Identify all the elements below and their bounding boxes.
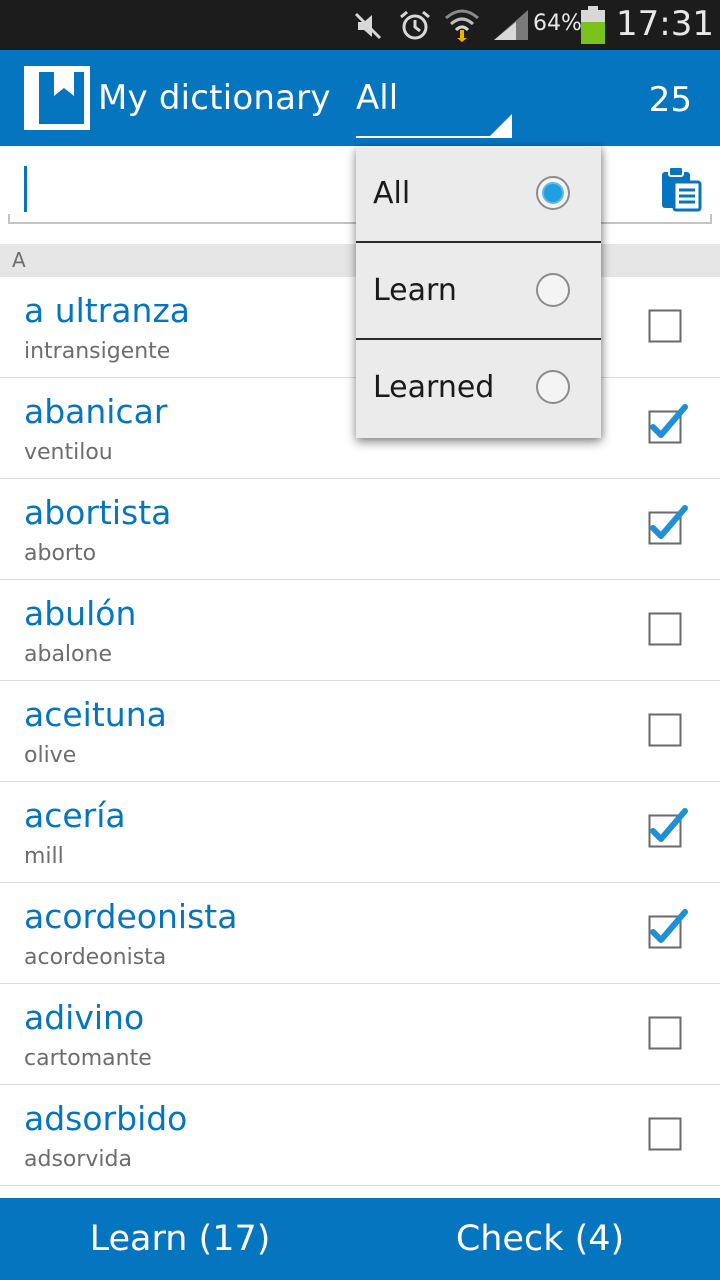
app-bar: My dictionary All 25	[0, 50, 720, 146]
word-term: adsorbido	[24, 1099, 188, 1138]
signal-icon	[494, 10, 528, 40]
clock: 17:31	[616, 4, 714, 44]
word-row[interactable]: acordeonista acordeonista	[0, 883, 720, 984]
learned-checkbox[interactable]	[648, 713, 682, 747]
dropdown-option-all[interactable]: All	[356, 146, 601, 243]
word-term: abulón	[24, 594, 137, 633]
learned-checkbox-checked[interactable]	[648, 404, 688, 444]
word-term: abanicar	[24, 392, 168, 431]
alarm-icon	[400, 10, 430, 40]
dictionary-book-icon	[24, 66, 90, 130]
learned-checkbox-checked[interactable]	[648, 808, 688, 848]
spinner-corner-icon	[488, 114, 512, 138]
word-term: aceituna	[24, 695, 167, 734]
learned-checkbox[interactable]	[648, 612, 682, 646]
word-term: acería	[24, 796, 126, 835]
word-translation: cartomante	[24, 1046, 152, 1071]
check-button[interactable]: Check (4)	[360, 1198, 720, 1280]
filter-dropdown: All Learn Learned	[356, 146, 601, 438]
word-count: 25	[648, 80, 692, 120]
bottom-bar: Learn (17) Check (4)	[0, 1198, 720, 1280]
paste-clipboard-icon[interactable]	[656, 164, 704, 212]
battery-icon	[581, 6, 605, 44]
word-translation: mill	[24, 844, 64, 869]
learned-checkbox[interactable]	[648, 1016, 682, 1050]
word-translation: aborto	[24, 541, 97, 566]
word-translation: acordeonista	[24, 945, 167, 970]
spinner-underline	[356, 136, 510, 138]
word-row[interactable]: adsorbido adsorvida	[0, 1085, 720, 1186]
learned-checkbox-checked[interactable]	[648, 505, 688, 545]
word-translation: ventilou	[24, 440, 113, 465]
radio-selected-icon[interactable]	[535, 175, 571, 211]
dropdown-option-learn[interactable]: Learn	[356, 243, 601, 340]
word-term: adivino	[24, 998, 145, 1037]
learned-checkbox[interactable]	[648, 1117, 682, 1151]
section-letter: A	[12, 248, 26, 272]
word-translation: adsorvida	[24, 1147, 132, 1172]
battery-percent: 64%	[533, 11, 582, 36]
word-term: abortista	[24, 493, 172, 532]
word-term: acordeonista	[24, 897, 238, 936]
learned-checkbox[interactable]	[648, 309, 682, 343]
wifi-icon	[445, 9, 479, 42]
mute-icon	[354, 12, 382, 40]
word-row[interactable]: acería mill	[0, 782, 720, 883]
dropdown-option-label: Learn	[373, 273, 457, 308]
word-row[interactable]: abortista aborto	[0, 479, 720, 580]
word-row[interactable]: abulón abalone	[0, 580, 720, 681]
text-cursor	[24, 166, 27, 212]
word-translation: olive	[24, 743, 77, 768]
word-term: a ultranza	[24, 291, 190, 330]
dropdown-option-label: Learned	[373, 370, 495, 405]
screen: 64% 17:31 My dictionary All 25 A a ultra…	[0, 0, 720, 1280]
status-bar: 64% 17:31	[0, 0, 720, 50]
dropdown-option-learned[interactable]: Learned	[356, 340, 601, 437]
word-translation: intransigente	[24, 339, 171, 364]
word-translation: abalone	[24, 642, 112, 667]
word-row[interactable]: aceituna olive	[0, 681, 720, 782]
learn-button[interactable]: Learn (17)	[0, 1198, 360, 1280]
filter-spinner-value: All	[356, 78, 399, 118]
radio-unselected-icon[interactable]	[535, 369, 571, 405]
learned-checkbox-checked[interactable]	[648, 909, 688, 949]
radio-unselected-icon[interactable]	[535, 272, 571, 308]
dropdown-option-label: All	[373, 176, 411, 211]
app-title: My dictionary	[98, 78, 331, 118]
filter-spinner[interactable]: All	[356, 70, 512, 138]
word-row[interactable]: adivino cartomante	[0, 984, 720, 1085]
